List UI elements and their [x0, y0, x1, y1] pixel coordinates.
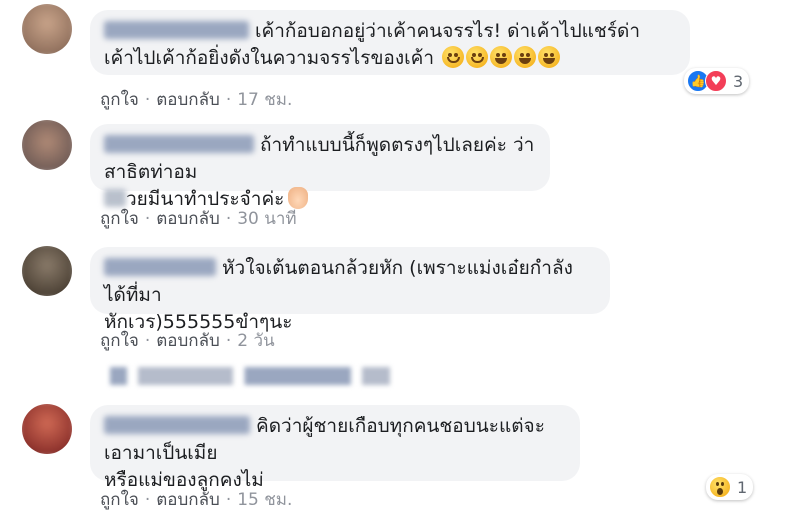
comment-bubble: หัวใจเต้นตอนกล้วยหัก (เพราะแม่งเอ๋ยกำลัง…: [90, 247, 610, 333]
wow-reaction-icon: [709, 476, 731, 498]
view-replies-link-redacted[interactable]: [110, 367, 390, 385]
reply-link[interactable]: ตอบกลับ: [156, 490, 220, 510]
smile-emoji-icon: [442, 46, 465, 68]
comment-text: หัวใจเต้นตอนกล้วยหัก (เพราะแม่งเอ๋ยกำลัง…: [104, 255, 596, 336]
comment-timestamp[interactable]: 17 ชม.: [237, 90, 292, 110]
commenter-name-redacted[interactable]: [104, 135, 254, 153]
grin-emoji-icon: [514, 46, 537, 68]
separator-dot: ·: [144, 490, 151, 510]
reply-link[interactable]: ตอบกลับ: [156, 90, 220, 110]
comment-bubble: คิดว่าผู้ชายเกือบทุกคนชอบนะแต่จะเอามาเป็…: [90, 405, 580, 491]
commenter-name-redacted[interactable]: [104, 258, 216, 276]
like-link[interactable]: ถูกใจ: [100, 490, 139, 510]
comment-bubble: เค้าก้อบอกอยู่ว่าเค้าคนจรรไร! ด่าเค้าไปแ…: [90, 10, 690, 75]
comment-timestamp[interactable]: 30 นาที: [237, 209, 296, 229]
reply-link[interactable]: ตอบกลับ: [156, 331, 220, 351]
comment-actions: ถูกใจ · ตอบกลับ · 15 ชม.: [100, 486, 292, 513]
separator-dot: ·: [225, 331, 232, 351]
separator-dot: ·: [144, 90, 151, 110]
comment-actions: ถูกใจ · ตอบกลับ · 30 นาที: [100, 205, 297, 232]
comment-text: เค้าก้อบอกอยู่ว่าเค้าคนจรรไร! ด่าเค้าไปแ…: [104, 18, 676, 72]
separator-dot: ·: [225, 90, 232, 110]
reply-link[interactable]: ตอบกลับ: [156, 209, 220, 229]
comment-line-2: เค้าไปเค้าก้อยิ่งดังในความจรรไรของเค้า: [104, 47, 434, 69]
commenter-name-redacted[interactable]: [104, 416, 250, 434]
commenter-avatar[interactable]: [22, 404, 72, 454]
reaction-summary[interactable]: 1: [706, 474, 754, 500]
reaction-count: 3: [733, 71, 744, 91]
comment-line-1: เค้าก้อบอกอยู่ว่าเค้าคนจรรไร! ด่าเค้าไปแ…: [255, 20, 641, 42]
smile-emoji-icon: [466, 46, 489, 68]
separator-dot: ·: [225, 209, 232, 229]
comment-bubble: ถ้าทำแบบนี้ก็พูดตรงๆไปเลยค่ะ ว่าสาธิตท่า…: [90, 124, 550, 210]
comment-timestamp[interactable]: 2 วัน: [237, 331, 274, 351]
reaction-count: 1: [737, 477, 748, 497]
grin-emoji-icon: [490, 46, 513, 68]
commenter-avatar[interactable]: [22, 246, 72, 296]
commenter-avatar[interactable]: [22, 120, 72, 170]
love-reaction-icon: ♥: [705, 70, 727, 92]
commenter-name-redacted[interactable]: [104, 21, 249, 39]
separator-dot: ·: [144, 209, 151, 229]
comment-timestamp[interactable]: 15 ชม.: [237, 490, 292, 510]
grin-emoji-icon: [538, 46, 561, 68]
comment-text: คิดว่าผู้ชายเกือบทุกคนชอบนะแต่จะเอามาเป็…: [104, 413, 566, 494]
comment-actions: ถูกใจ · ตอบกลับ · 17 ชม.: [100, 86, 292, 113]
like-link[interactable]: ถูกใจ: [100, 90, 139, 110]
comment-actions: ถูกใจ · ตอบกลับ · 2 วัน: [100, 327, 275, 354]
comment-text: ถ้าทำแบบนี้ก็พูดตรงๆไปเลยค่ะ ว่าสาธิตท่า…: [104, 132, 536, 213]
reaction-summary[interactable]: 👍 ♥ 3: [684, 68, 750, 94]
like-link[interactable]: ถูกใจ: [100, 331, 139, 351]
separator-dot: ·: [225, 490, 232, 510]
like-link[interactable]: ถูกใจ: [100, 209, 139, 229]
separator-dot: ·: [144, 331, 151, 351]
commenter-avatar[interactable]: [22, 4, 72, 54]
